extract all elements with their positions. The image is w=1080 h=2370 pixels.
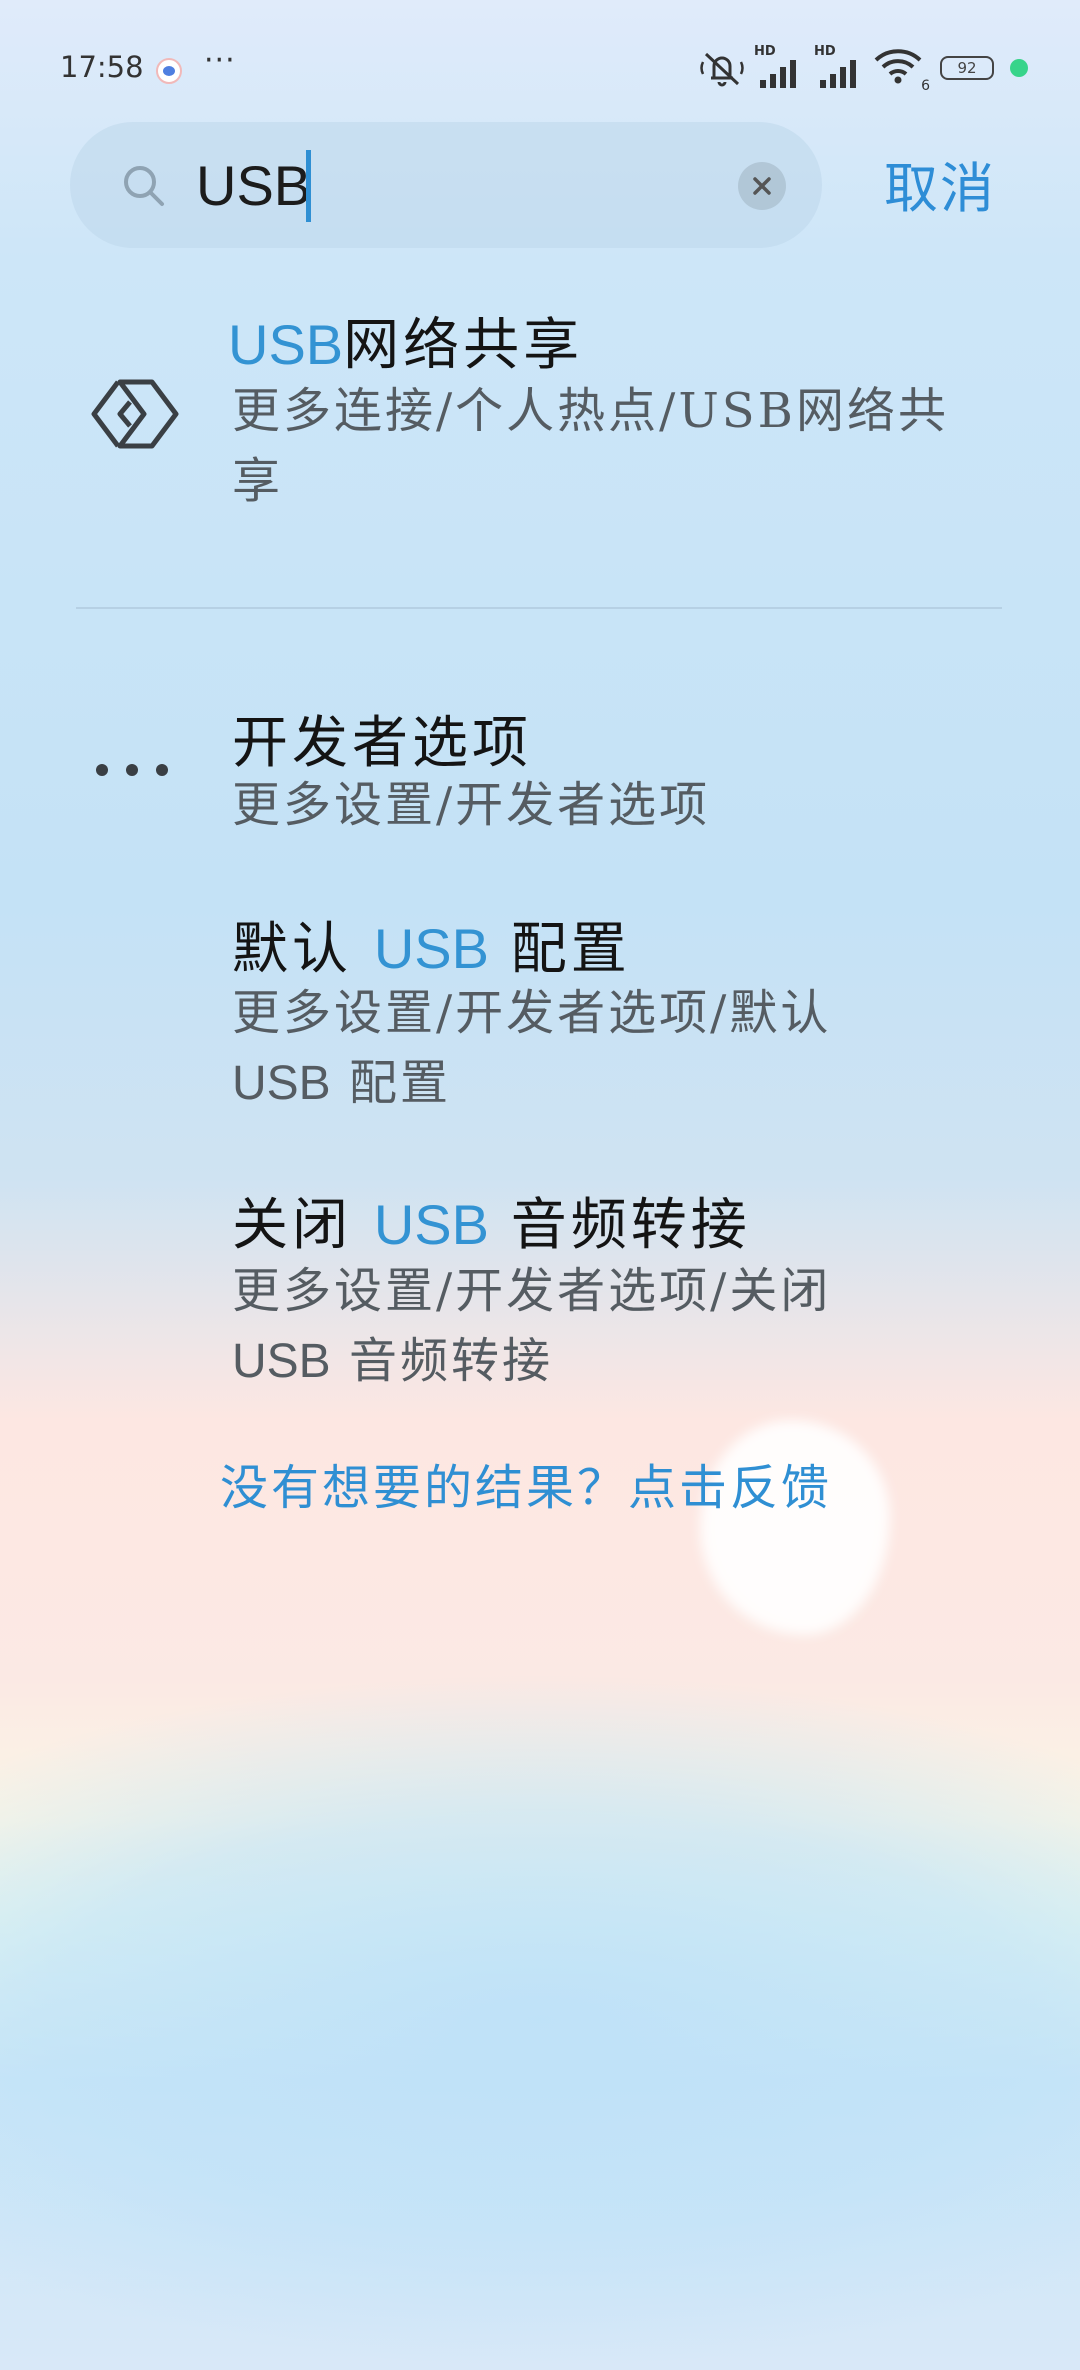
path-line: 享 [232, 453, 284, 509]
mute-vibrate-icon [700, 52, 744, 87]
search-icon [124, 166, 164, 206]
path-line: 更多设置/开发者选项/默认 [232, 985, 832, 1041]
title-highlight: USB [373, 1193, 489, 1256]
section-divider [76, 607, 1002, 609]
result-title: 关闭 USB 音频转接 [232, 1180, 751, 1261]
status-bar: 17:58 ··· HD HD 6 92 [0, 0, 1080, 140]
result-path: 更多设置/开发者选项/关闭 USB 音频转接 [232, 1256, 1052, 1397]
path-line: 更多设置/开发者选项 [232, 777, 711, 833]
path-usb: USB [232, 1057, 331, 1110]
path-usb: USB [232, 1335, 331, 1388]
result-path: 更多设置/开发者选项 [232, 770, 710, 840]
result-title: 默认 USB 配置 [232, 904, 631, 985]
more-dots-icon [96, 764, 168, 776]
status-more-icon: ··· [204, 43, 236, 78]
path-line: 更多设置/开发者选项/关闭 [232, 1263, 832, 1319]
title-rest: 网络共享 [343, 313, 584, 378]
path-line: 更多连接/个人热点/USB网络共 [232, 383, 949, 439]
status-indicators: HD HD 6 92 [700, 44, 1028, 94]
title-after: 音频转接 [510, 1193, 751, 1258]
signal-icon-2: HD [814, 44, 864, 88]
charging-dot-icon [1010, 59, 1028, 77]
path-line: USB 配置 [232, 1048, 1052, 1119]
title-before: 关闭 [232, 1193, 352, 1258]
title-after: 配置 [510, 917, 631, 982]
status-time: 17:58 [60, 50, 144, 84]
feedback-link[interactable]: 没有想要的结果？点击反馈 [220, 1448, 832, 1518]
result-title: USB网络共享 [228, 300, 583, 381]
app-notification-icon [156, 58, 182, 84]
result-title: 开发者选项 [232, 711, 532, 776]
cancel-button[interactable]: 取消 [884, 144, 996, 223]
title-highlight: USB [228, 313, 344, 376]
wifi-badge: 6 [921, 78, 930, 94]
path-tail: 音频转接 [348, 1333, 553, 1389]
battery-level: 92 [957, 59, 977, 77]
title-before: 默认 [232, 917, 352, 982]
result-path: 更多设置/开发者选项/默认 USB 配置 [232, 978, 1052, 1119]
search-bar[interactable] [70, 122, 822, 248]
close-icon [753, 177, 771, 195]
text-caret [306, 150, 311, 222]
clear-search-button[interactable] [738, 162, 786, 210]
title-highlight: USB [373, 917, 489, 980]
search-input[interactable] [196, 142, 716, 228]
signal-icon-1: HD [754, 44, 804, 88]
battery-icon: 92 [940, 56, 994, 80]
path-line: USB 音频转接 [232, 1326, 1052, 1397]
path-tail: 配置 [348, 1055, 451, 1111]
wifi-icon: 6 [874, 48, 930, 94]
result-path: 更多连接/个人热点/USB网络共 享 [232, 376, 1052, 516]
hotspot-icon [91, 379, 179, 449]
